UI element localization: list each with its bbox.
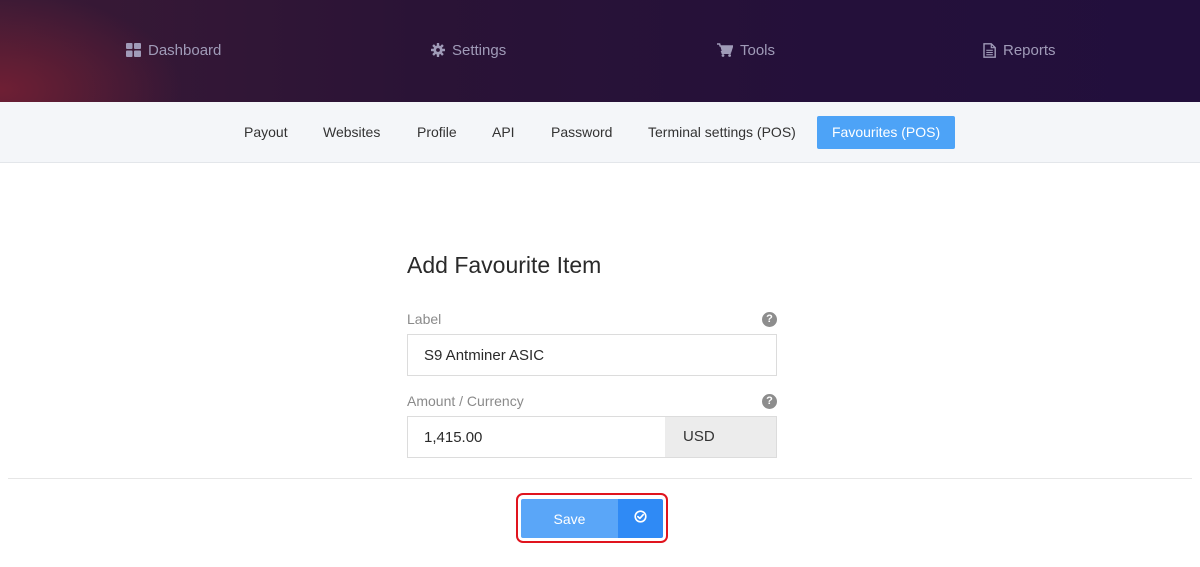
tab-profile[interactable]: Profile xyxy=(417,116,457,149)
amount-help-icon[interactable]: ? xyxy=(762,394,777,409)
top-navigation-bar: Dashboard Settings Tools Reports xyxy=(0,0,1200,102)
nav-tools-label: Tools xyxy=(740,41,776,59)
document-icon xyxy=(983,42,996,58)
nav-settings[interactable]: Settings xyxy=(431,40,506,60)
nav-reports[interactable]: Reports xyxy=(983,40,1056,60)
tab-api[interactable]: API xyxy=(492,116,515,149)
label-field-label: Label xyxy=(407,311,442,327)
divider xyxy=(8,478,1192,479)
tab-payout[interactable]: Payout xyxy=(244,116,288,149)
tab-favourites[interactable]: Favourites (POS) xyxy=(817,116,956,149)
gear-icon xyxy=(431,43,445,57)
label-input[interactable] xyxy=(407,334,777,376)
nav-dashboard-label: Dashboard xyxy=(148,41,222,59)
amount-input[interactable] xyxy=(407,416,666,458)
nav-dashboard[interactable]: Dashboard xyxy=(126,40,221,60)
check-circle-icon xyxy=(634,509,647,528)
dashboard-icon xyxy=(126,43,141,57)
amount-field-label: Amount / Currency xyxy=(407,393,524,409)
save-button[interactable]: Save xyxy=(521,499,618,538)
nav-tools[interactable]: Tools xyxy=(717,40,775,60)
tab-terminal-settings[interactable]: Terminal settings (POS) xyxy=(648,116,796,149)
nav-reports-label: Reports xyxy=(1003,41,1056,59)
settings-subnav: Payout Websites Profile API Password Ter… xyxy=(0,102,1200,163)
form-title: Add Favourite Item xyxy=(407,252,602,278)
currency-addon: USD xyxy=(665,416,777,458)
save-confirm-button[interactable] xyxy=(618,499,663,538)
tab-password[interactable]: Password xyxy=(551,116,612,149)
tab-websites[interactable]: Websites xyxy=(323,116,380,149)
nav-settings-label: Settings xyxy=(452,41,507,59)
label-help-icon[interactable]: ? xyxy=(762,312,777,327)
cart-icon xyxy=(717,43,733,57)
